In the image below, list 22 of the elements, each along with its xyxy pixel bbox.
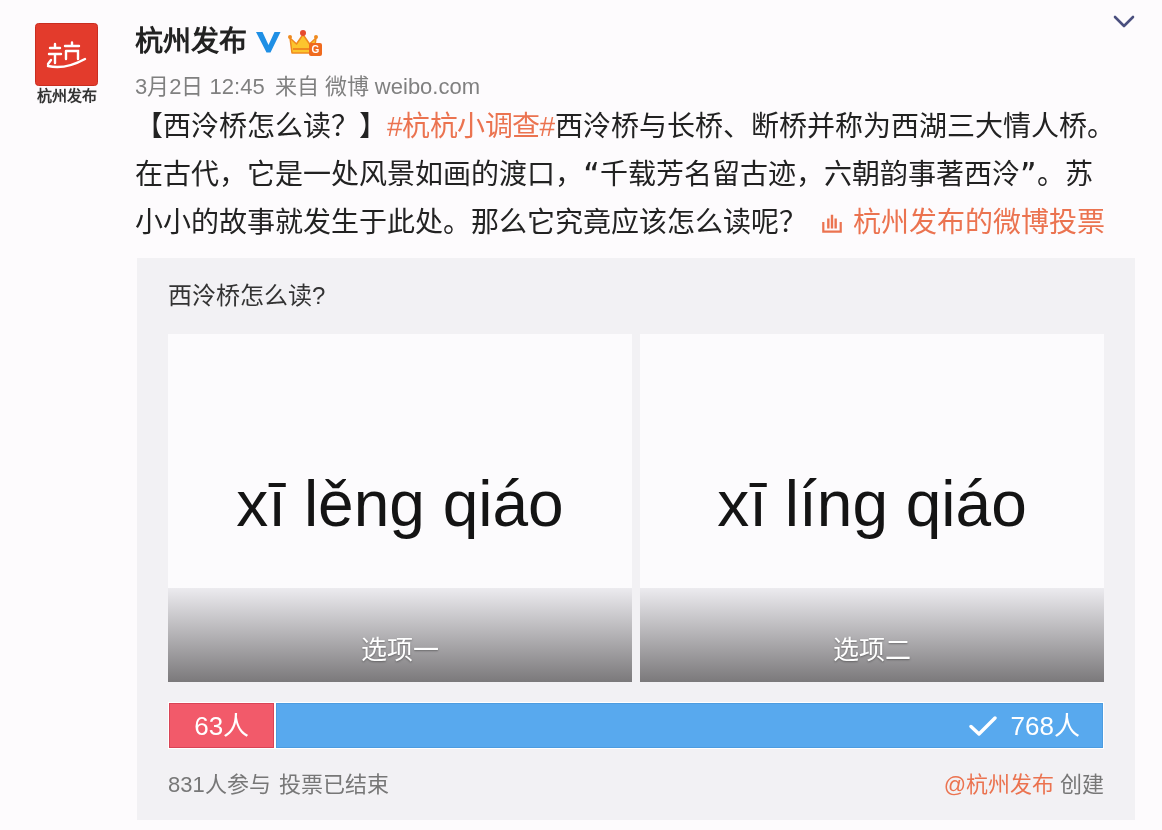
avatar-caption: 杭州发布	[36, 86, 97, 106]
hashtag-link[interactable]: #杭杭小调查#	[387, 111, 555, 142]
poll-option-card[interactable]: xī lěng qiáo 选项一	[168, 334, 632, 682]
option-label: 选项二	[640, 588, 1104, 682]
post-time[interactable]: 3月2日 12:45	[135, 72, 265, 102]
post-text: 【西泠桥怎么读？】#杭杭小调查#西泠桥与长桥、断桥并称为西湖三大情人桥。在古代，它是一处风景如画的渡口，“千载芳名留古迹，六朝韵事著西泠”。苏小小的故事就发生于此处。那么它究竟应该怎么读呢？ 杭州发布的微博投票	[135, 109, 1116, 241]
poll-link[interactable]: 杭州发布的微博投票	[821, 207, 1105, 238]
poll-status: 投票已结束	[278, 771, 389, 799]
option-label: 选项一	[168, 588, 632, 682]
creator-suffix: 创建	[1060, 771, 1104, 799]
bar-chart-icon	[821, 212, 843, 234]
vote-count: 63人	[194, 709, 250, 743]
avatar-logo-icon[interactable]	[35, 23, 98, 86]
poll-option-card[interactable]: xī líng qiáo 选项二	[640, 334, 1104, 682]
poll-title: 西泠桥怎么读?	[168, 281, 327, 311]
vote-count: 768人	[1010, 709, 1080, 743]
chevron-down-icon[interactable]	[1113, 15, 1135, 29]
account-name[interactable]: 杭州发布	[135, 23, 247, 61]
creator-link[interactable]: @杭州发布	[943, 770, 1054, 800]
level-badge: G	[309, 43, 322, 56]
participant-count: 831人参与	[168, 771, 271, 799]
post-source: 来自 微博 weibo.com	[274, 73, 481, 101]
